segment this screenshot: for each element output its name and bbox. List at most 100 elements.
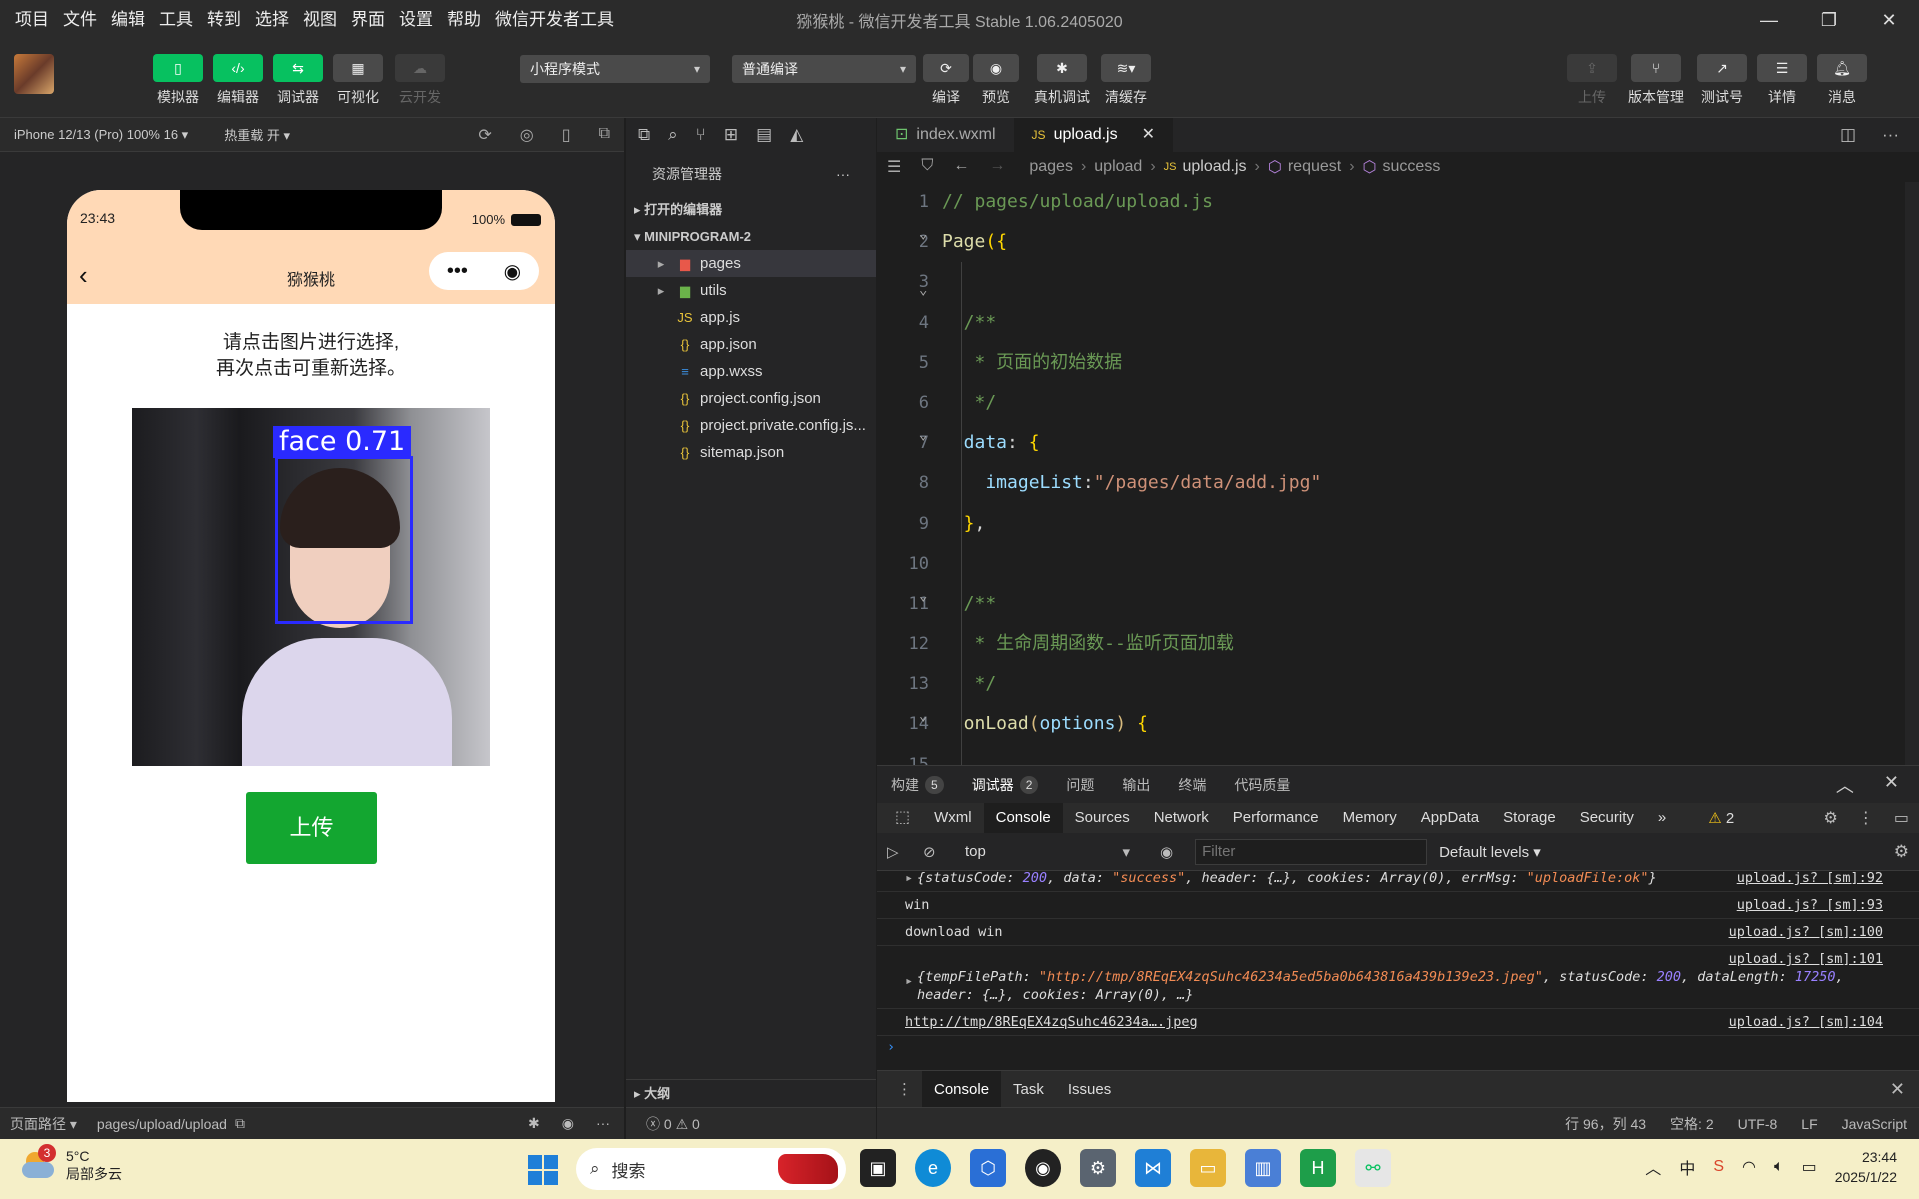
windows-start-icon[interactable] — [528, 1155, 558, 1185]
docker-icon[interactable]: ◭ — [790, 125, 803, 145]
menu-item-interface[interactable]: 界面 — [344, 0, 392, 40]
tree-item[interactable]: ▸ ▆ utils — [626, 277, 876, 304]
console-source-link[interactable]: upload.js? [sm]:101 — [1729, 950, 1883, 968]
close-window-icon[interactable]: ✕ — [1859, 0, 1919, 40]
breadcrumb-item[interactable]: success — [1383, 158, 1441, 176]
edge-browser-icon[interactable]: e — [915, 1149, 951, 1187]
wifi-icon[interactable]: ◠ — [1742, 1157, 1756, 1177]
breadcrumb-item[interactable]: request — [1288, 158, 1341, 176]
tree-item[interactable]: {} project.private.config.js... — [626, 412, 876, 439]
drawer-tab-task[interactable]: Task — [1001, 1071, 1056, 1108]
weather-widget[interactable]: 3 5°C 局部多云 — [22, 1144, 122, 1183]
capsule-close-icon[interactable]: ◉ — [504, 259, 521, 284]
version-button[interactable]: ⑂ 版本管理 — [1628, 54, 1684, 107]
panel-tab-code-quality[interactable]: 代码质量 — [1220, 775, 1304, 795]
restore-icon[interactable]: ❐ — [1799, 0, 1859, 40]
ime-indicator[interactable]: 中 — [1679, 1155, 1695, 1179]
clear-console-icon[interactable]: ⊘ — [923, 843, 936, 861]
panel-tab-terminal[interactable]: 终端 — [1164, 775, 1220, 795]
volume-muted-icon[interactable]: 🔈︎ — [1774, 1158, 1784, 1176]
extensions-icon[interactable]: ⊞ — [724, 125, 738, 145]
tree-item[interactable]: {} app.json — [626, 331, 876, 358]
menu-item-settings[interactable]: 设置 — [392, 0, 440, 40]
devtools-tab-performance[interactable]: Performance — [1221, 803, 1331, 833]
tab-close-icon[interactable]: ✕ — [1142, 118, 1155, 152]
menu-item-select[interactable]: 选择 — [248, 0, 296, 40]
cloud-button[interactable]: ☁ 云开发 — [394, 54, 446, 107]
close-panel-icon[interactable]: ✕ — [1884, 772, 1899, 798]
upload-button[interactable]: ⇪ 上传 — [1566, 54, 1618, 107]
popout-icon[interactable]: ⧉ — [599, 125, 610, 145]
drawer-tab-issues[interactable]: Issues — [1056, 1071, 1123, 1108]
shield-app-icon[interactable]: ⬡ — [970, 1149, 1006, 1187]
taskbar-search[interactable]: ⌕ 搜索 — [576, 1148, 846, 1190]
log-levels-select[interactable]: Default levels ▾ — [1439, 843, 1541, 861]
panel-tab-build[interactable]: 构建 5 — [877, 775, 958, 795]
more-tabs-icon[interactable]: » — [1646, 803, 1678, 833]
open-editors-section[interactable]: ▸ 打开的编辑器 — [626, 196, 876, 223]
github-icon[interactable]: ◉ — [1025, 1149, 1061, 1187]
minimize-icon[interactable]: — — [1739, 0, 1799, 40]
clock[interactable]: 23:44 2025/1/22 — [1835, 1147, 1897, 1187]
warnings-counter[interactable]: ⚠ 2 — [1708, 809, 1734, 827]
debugger-button[interactable]: ⇆ 调试器 — [272, 54, 324, 107]
hot-reload-select[interactable]: 热重载 开 ▾ — [224, 125, 290, 144]
cursor-position[interactable]: 行 96，列 43 — [1565, 1114, 1646, 1134]
breadcrumb-item[interactable]: pages — [1029, 158, 1073, 176]
inspect-icon[interactable]: ⬚ — [883, 803, 922, 833]
settings-gear-icon[interactable]: ⚙ — [1824, 808, 1838, 828]
files-icon[interactable]: ⧉ — [638, 125, 650, 145]
devtools-tab-network[interactable]: Network — [1142, 803, 1221, 833]
menu-item-file[interactable]: 文件 — [56, 0, 104, 40]
wechat-devtools-icon[interactable]: ⚯ — [1355, 1149, 1391, 1187]
tab-index-wxml[interactable]: ⊡ index.wxml — [877, 118, 1014, 152]
tree-item[interactable]: {} project.config.json — [626, 385, 876, 412]
details-button[interactable]: ☰ 详情 — [1756, 54, 1808, 107]
console-filter-input[interactable] — [1195, 838, 1428, 865]
menu-item-goto[interactable]: 转到 — [200, 0, 248, 40]
upload-image-button[interactable]: 上传 — [246, 792, 377, 864]
devtools-tab-appdata[interactable]: AppData — [1409, 803, 1491, 833]
console-source-link[interactable]: upload.js? [sm]:93 — [1737, 896, 1883, 914]
project-section[interactable]: ▾ MINIPROGRAM-2 — [626, 223, 876, 250]
panel-tab-output[interactable]: 输出 — [1108, 775, 1164, 795]
settings-app-icon[interactable]: ⚙ — [1080, 1149, 1116, 1187]
menu-item-project[interactable]: 项目 — [8, 0, 56, 40]
devtools-more-icon[interactable]: ⋮ — [1858, 808, 1874, 828]
line-ending[interactable]: LF — [1801, 1116, 1817, 1132]
chevron-up-icon[interactable]: ︿ — [1645, 1155, 1661, 1179]
simulator-button[interactable]: ▯ 模拟器 — [152, 54, 204, 107]
compile-mode-select[interactable]: 普通编译 — [732, 55, 916, 83]
drawer-menu-icon[interactable]: ⋮ — [897, 1080, 912, 1098]
clear-cache-button[interactable]: ≋▾ 清缓存 — [1100, 54, 1152, 107]
compile-button[interactable]: ⟳ 编译 — [920, 54, 972, 107]
file-explorer-icon[interactable]: ▭ — [1190, 1149, 1226, 1187]
indentation[interactable]: 空格: 2 — [1670, 1114, 1714, 1134]
expand-triangle-icon[interactable]: ▸ — [905, 972, 913, 990]
list-icon[interactable]: ☰ — [887, 157, 901, 177]
console-source-link[interactable]: upload.js? [sm]:104 — [1729, 1013, 1883, 1031]
sidebar-toggle-icon[interactable]: ▷ — [887, 843, 899, 861]
panel-tab-debugger[interactable]: 调试器 2 — [958, 775, 1053, 795]
problems-summary[interactable]: ⓧ 0 ⚠ 0 — [626, 1107, 876, 1139]
editor-scrollbar[interactable] — [1905, 182, 1919, 765]
editor-button[interactable]: ‹/› 编辑器 — [212, 54, 264, 107]
messages-button[interactable]: 🔔︎ 消息 — [1816, 54, 1868, 107]
devtools-tab-console[interactable]: Console — [983, 803, 1063, 833]
tree-item[interactable]: {} sitemap.json — [626, 439, 876, 466]
tree-item[interactable]: ≡ app.wxss — [626, 358, 876, 385]
task-view-icon[interactable]: ▣ — [860, 1149, 896, 1187]
wps-icon[interactable]: S — [1713, 1158, 1724, 1176]
language-mode[interactable]: JavaScript — [1842, 1116, 1907, 1132]
menu-item-devtools[interactable]: 微信开发者工具 — [488, 0, 621, 40]
outline-section[interactable]: ▸ 大纲 — [626, 1079, 876, 1107]
copy-icon[interactable]: ⧉ — [235, 1115, 245, 1132]
dock-icon[interactable]: ▭ — [1894, 808, 1909, 828]
tab-upload-js[interactable]: JS upload.js ✕ — [1013, 118, 1174, 152]
selected-image[interactable]: face 0.71 — [132, 408, 490, 766]
devtools-tab-security[interactable]: Security — [1568, 803, 1646, 833]
hbuilder-icon[interactable]: H — [1300, 1149, 1336, 1187]
more-footer-icon[interactable]: ··· — [596, 1115, 610, 1132]
preview-button[interactable]: ◉ 预览 — [970, 54, 1022, 107]
context-select[interactable]: top — [965, 843, 1130, 861]
